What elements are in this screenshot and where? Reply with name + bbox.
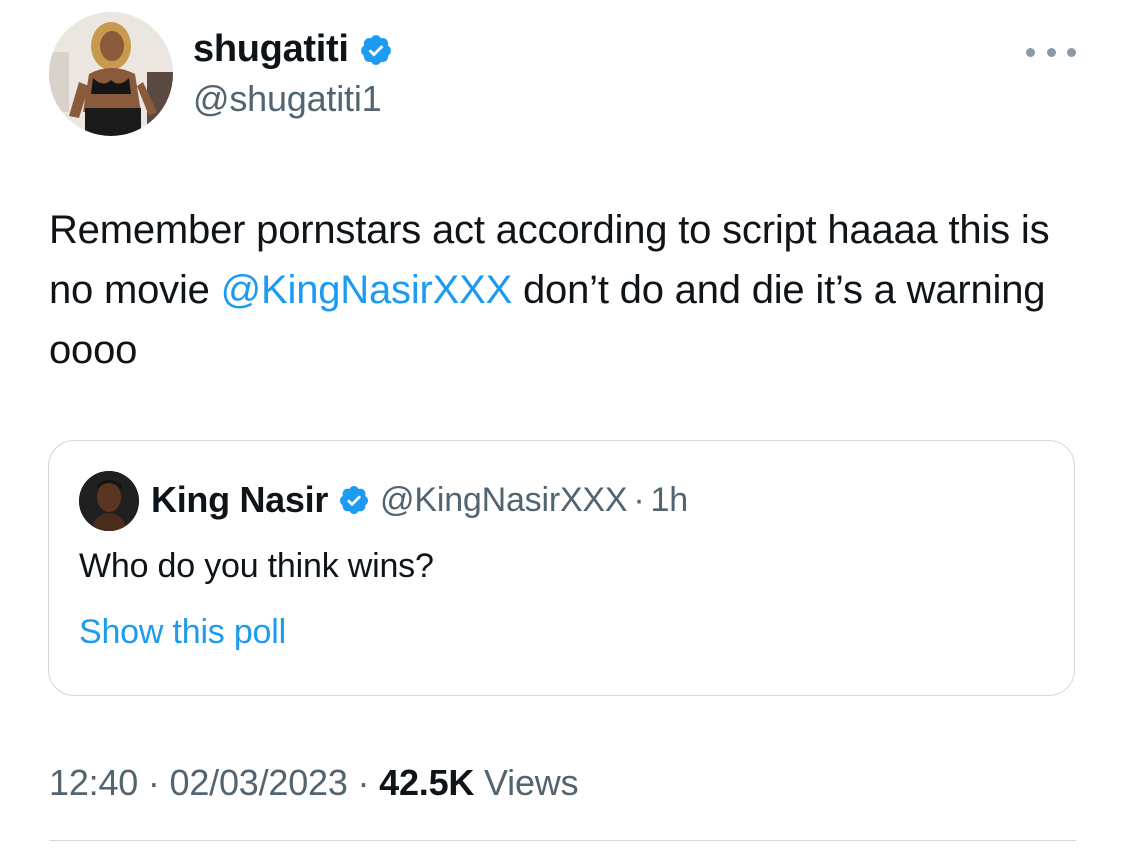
quoted-tweet-header: King Nasir @KingNasirXXX · 1h — [151, 479, 688, 521]
divider — [49, 840, 1076, 841]
quoted-tweet-text: Who do you think wins? — [79, 547, 434, 585]
views-label: Views — [484, 762, 579, 803]
author-handle[interactable]: @shugatiti1 — [193, 78, 382, 120]
quoted-separator: · — [633, 480, 645, 519]
author-name-row: shugatiti — [193, 28, 393, 71]
quoted-author-avatar-image — [79, 471, 139, 531]
quoted-tweet-card[interactable]: King Nasir @KingNasirXXX · 1h Who do you… — [48, 440, 1075, 696]
author-avatar[interactable] — [49, 12, 173, 136]
quoted-author-avatar[interactable] — [79, 471, 139, 531]
tweet-time[interactable]: 12:40 — [49, 762, 138, 803]
meta-separator: · — [357, 762, 370, 803]
meta-separator: · — [147, 762, 160, 803]
more-dot — [1067, 47, 1076, 57]
quoted-author-handle[interactable]: @KingNasirXXX — [380, 481, 628, 520]
tweet-meta: 12:40 · 02/03/2023 · 42.5K Views — [49, 762, 579, 804]
author-name[interactable]: shugatiti — [193, 28, 349, 71]
tweet-mention-link[interactable]: @KingNasirXXX — [221, 268, 513, 312]
quoted-author-name[interactable]: King Nasir — [151, 479, 328, 521]
more-options-icon[interactable] — [1026, 40, 1076, 64]
verified-badge-icon[interactable] — [359, 33, 393, 67]
tweet-text: Remember pornstars act according to scri… — [49, 200, 1089, 380]
tweet-date[interactable]: 02/03/2023 — [170, 762, 348, 803]
author-avatar-image — [49, 12, 173, 136]
show-poll-link[interactable]: Show this poll — [79, 613, 286, 652]
views-count: 42.5K — [379, 762, 475, 803]
verified-badge-icon — [340, 486, 369, 514]
quoted-tweet-time[interactable]: 1h — [651, 481, 689, 520]
more-dot — [1046, 47, 1056, 57]
more-dot — [1026, 47, 1035, 57]
